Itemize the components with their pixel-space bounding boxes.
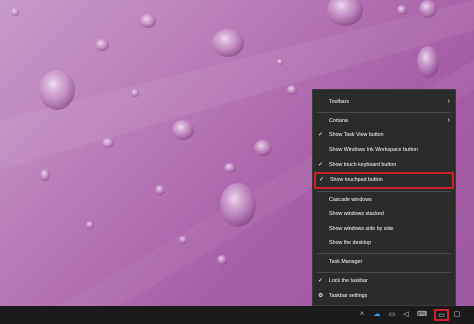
- menu-item-label: Task Manager: [329, 259, 363, 265]
- menu-item-label: Cortana: [329, 118, 348, 124]
- menu-item-show-windows-side-by-side[interactable]: Show windows side by side: [313, 222, 455, 236]
- checkmark-icon: ✓: [318, 162, 324, 168]
- menu-item-label: Show the desktop: [329, 240, 372, 246]
- menu-item-toolbars[interactable]: Toolbars ›: [313, 95, 455, 109]
- menu-item-show-ink-workspace[interactable]: Show Windows Ink Workspace button: [313, 143, 455, 157]
- menu-item-taskbar-settings[interactable]: ⚙ Taskbar settings: [313, 289, 455, 303]
- menu-item-label: Lock the taskbar: [329, 278, 368, 284]
- touchpad-icon[interactable]: ▭: [434, 309, 449, 321]
- menu-item-label: Toolbars: [329, 99, 350, 105]
- menu-item-label: Show Task View button: [329, 132, 384, 138]
- menu-item-label: Cascade windows: [329, 197, 372, 203]
- menu-item-show-task-view[interactable]: ✓ Show Task View button: [313, 128, 455, 142]
- menu-separator: [317, 253, 451, 254]
- gear-icon: ⚙: [318, 293, 324, 299]
- checkmark-icon: ✓: [318, 278, 324, 284]
- chevron-up-icon[interactable]: ˄: [355, 306, 369, 324]
- menu-item-label: Show windows stacked: [329, 211, 384, 217]
- menu-item-label: Taskbar settings: [329, 293, 368, 299]
- menu-item-show-touch-keyboard[interactable]: ✓ Show touch keyboard button: [313, 158, 455, 172]
- menu-item-label: Show Windows Ink Workspace button: [329, 147, 418, 153]
- menu-item-cortana[interactable]: Cortana ›: [313, 114, 455, 128]
- menu-item-cascade-windows[interactable]: Cascade windows: [313, 193, 455, 207]
- chevron-right-icon: ›: [447, 117, 450, 124]
- notification-icon[interactable]: ▢: [449, 306, 465, 324]
- menu-separator: [317, 272, 451, 273]
- touch-keyboard-icon[interactable]: ⌨: [413, 306, 431, 324]
- system-tray: ˄ ☁ ▭ ◁ ⌨ ▭ ▢: [355, 306, 465, 324]
- network-icon[interactable]: ▭: [385, 306, 399, 324]
- menu-item-label: Show windows side by side: [329, 226, 394, 232]
- menu-separator: [317, 191, 451, 192]
- people-icon[interactable]: ☁: [369, 306, 385, 324]
- menu-item-task-manager[interactable]: Task Manager: [313, 255, 455, 269]
- chevron-right-icon: ›: [447, 98, 450, 105]
- taskbar-context-menu: Toolbars › Cortana › ✓ Show Task View bu…: [312, 89, 456, 306]
- menu-separator: [317, 112, 451, 113]
- checkmark-icon: ✓: [319, 177, 325, 183]
- menu-item-show-desktop[interactable]: Show the desktop: [313, 236, 455, 250]
- menu-item-lock-taskbar[interactable]: ✓ Lock the taskbar: [313, 274, 455, 288]
- menu-item-label: Show touch keyboard button: [329, 162, 397, 168]
- menu-item-label: Show touchpad button: [330, 177, 383, 183]
- menu-item-show-windows-stacked[interactable]: Show windows stacked: [313, 207, 455, 221]
- volume-icon[interactable]: ◁: [399, 306, 413, 324]
- menu-item-show-touchpad[interactable]: ✓ Show touchpad button: [314, 172, 454, 189]
- checkmark-icon: ✓: [318, 132, 324, 138]
